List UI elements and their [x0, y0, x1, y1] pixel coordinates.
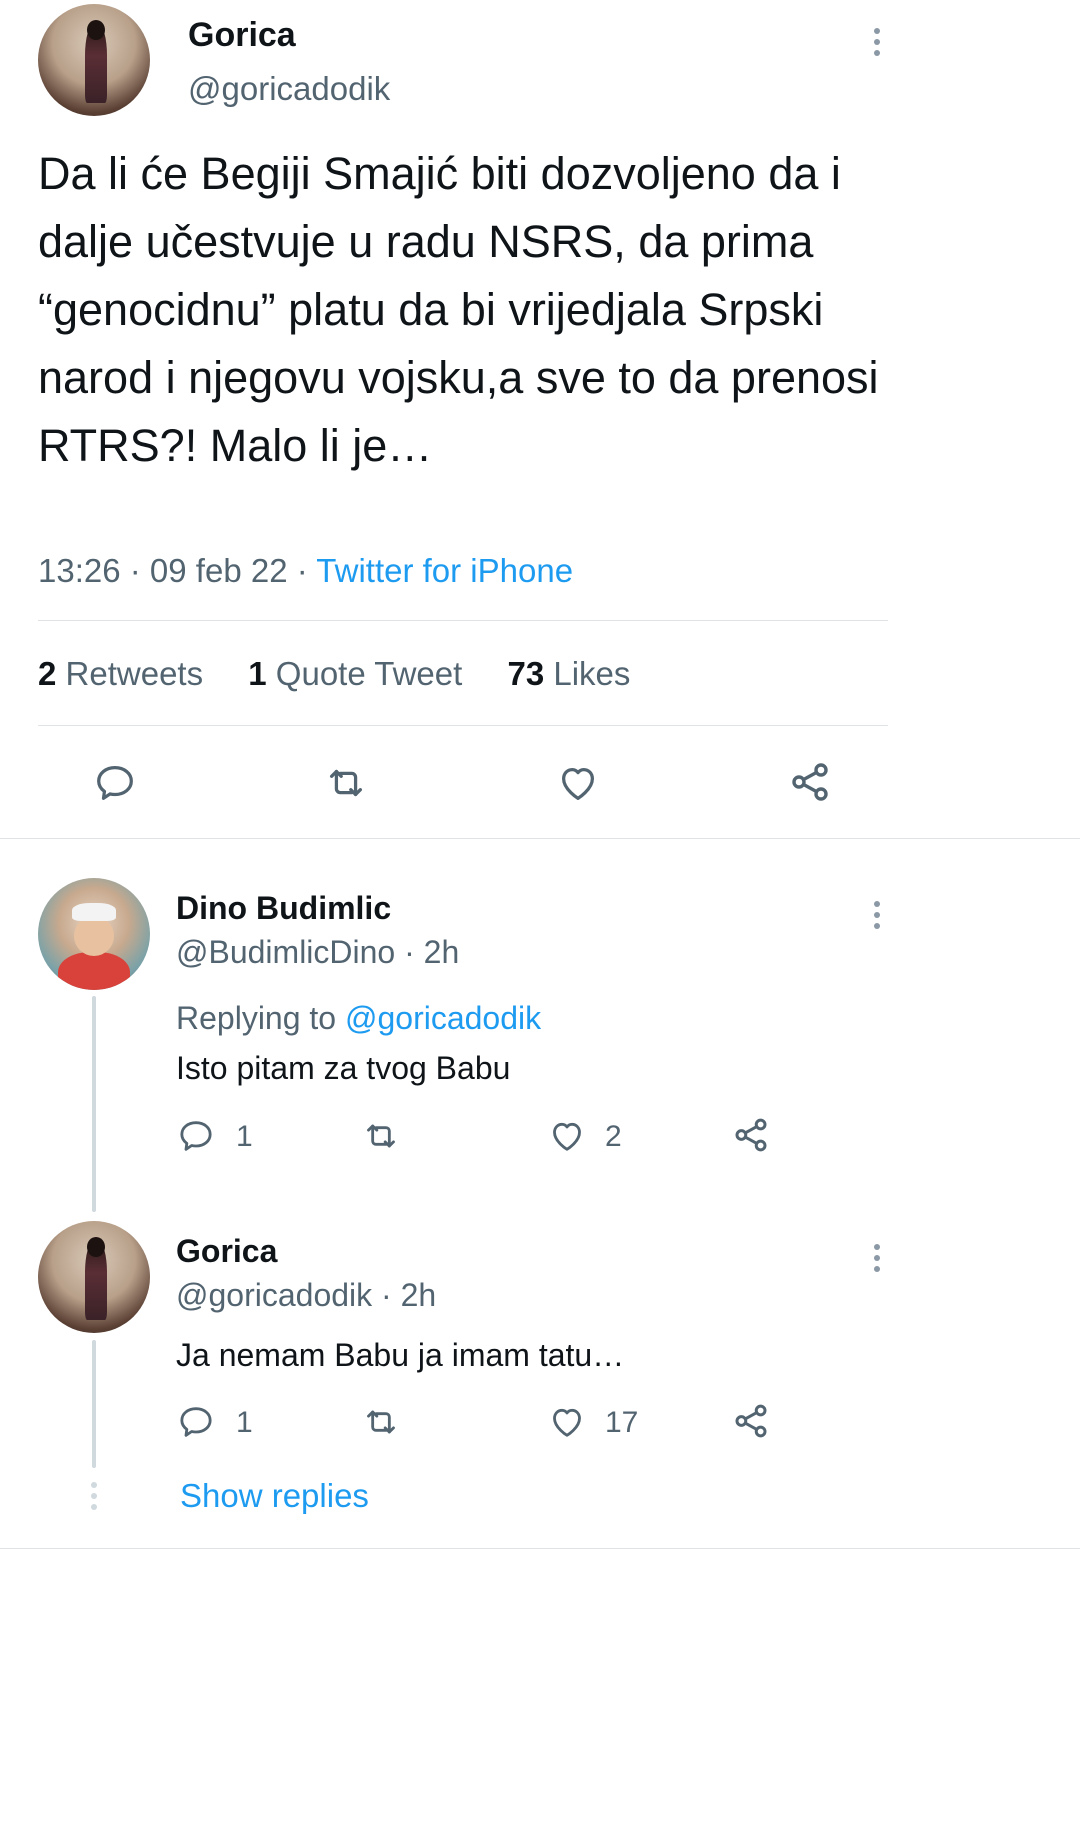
tweet-stats: 2 Retweets 1 Quote Tweet 73 Likes: [38, 655, 630, 693]
retweet-icon[interactable]: [322, 760, 370, 806]
replying-prefix: Replying to: [176, 1000, 337, 1036]
replying-to-handle[interactable]: @goricadodik: [345, 1000, 541, 1036]
tweet-text: Da li će Begiji Smajić biti dozvoljeno d…: [38, 148, 879, 471]
author-handle[interactable]: @goricadodik: [188, 70, 390, 108]
reply-avatar[interactable]: [38, 1221, 150, 1333]
reply-author-handle[interactable]: @goricadodik · 2h: [176, 1277, 436, 1314]
retweets-count: 2: [38, 655, 57, 692]
likes-label: Likes: [553, 655, 631, 692]
tweet-time: 13:26: [38, 552, 121, 589]
share-icon[interactable]: [730, 1114, 772, 1156]
reply-author-handle[interactable]: @BudimlicDino · 2h: [176, 934, 459, 971]
likes-count: 73: [507, 655, 545, 692]
section-divider: [0, 1548, 1080, 1549]
quotes-label: Quote Tweet: [275, 655, 463, 692]
share-icon[interactable]: [730, 1400, 772, 1442]
thread-continuation-dots: [91, 1482, 97, 1510]
likes-stat[interactable]: 73 Likes: [507, 655, 630, 692]
replying-to-line: Replying to @goricadodik: [176, 1000, 541, 1037]
more-vertical-icon[interactable]: [874, 1244, 882, 1277]
like-count: 2: [605, 1120, 622, 1153]
divider: [38, 725, 888, 726]
retweet-icon[interactable]: [360, 1402, 402, 1442]
retweets-label: Retweets: [65, 655, 204, 692]
thread-line: [92, 996, 96, 1212]
show-replies-link[interactable]: Show replies: [180, 1477, 369, 1515]
reply-icon[interactable]: [176, 1402, 216, 1442]
retweet-icon[interactable]: [360, 1116, 402, 1156]
reply-count: 1: [236, 1406, 253, 1439]
tweet-date: 09 feb 22: [149, 552, 288, 589]
tweet-source[interactable]: Twitter for iPhone: [316, 552, 573, 589]
reply-text: Isto pitam za tvog Babu: [176, 1050, 511, 1086]
divider: [38, 620, 888, 621]
more-vertical-icon[interactable]: [874, 28, 882, 61]
reply-text: Ja nemam Babu ja imam tatu…: [176, 1337, 625, 1373]
quotes-count: 1: [248, 655, 267, 692]
tweet-meta: 13:26 · 09 feb 22 · Twitter for iPhone: [38, 552, 574, 589]
section-divider: [0, 838, 1080, 839]
heart-icon[interactable]: [546, 1116, 588, 1156]
reply-author-name[interactable]: Gorica: [176, 1233, 277, 1270]
reply-author-name[interactable]: Dino Budimlic: [176, 890, 391, 927]
author-avatar[interactable]: [38, 4, 150, 116]
share-icon[interactable]: [786, 758, 834, 806]
reply-avatar[interactable]: [38, 878, 150, 990]
quotes-stat[interactable]: 1 Quote Tweet: [248, 655, 462, 692]
retweets-stat[interactable]: 2 Retweets: [38, 655, 203, 692]
reply-icon[interactable]: [92, 760, 138, 806]
author-name[interactable]: Gorica: [188, 16, 296, 55]
reply-icon[interactable]: [176, 1116, 216, 1156]
thread-line: [92, 1340, 96, 1468]
heart-icon[interactable]: [546, 1402, 588, 1442]
reply-count: 1: [236, 1120, 253, 1153]
heart-icon[interactable]: [554, 760, 602, 806]
like-count: 17: [605, 1406, 639, 1439]
more-vertical-icon[interactable]: [874, 901, 882, 934]
